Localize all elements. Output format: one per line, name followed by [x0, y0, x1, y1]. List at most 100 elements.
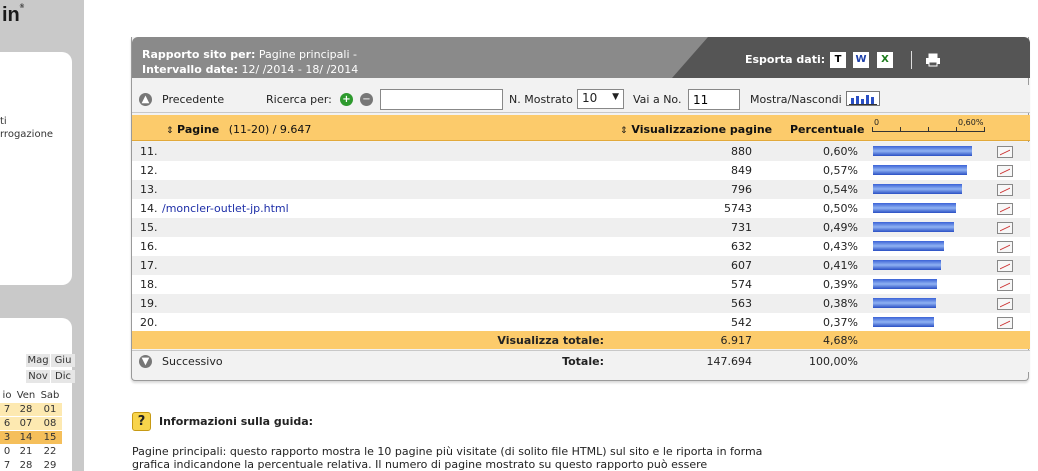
row-number: 15. [140, 221, 158, 234]
trend-chart-icon[interactable] [997, 146, 1013, 158]
trend-chart-icon[interactable] [997, 165, 1013, 177]
previous-arrow-icon[interactable]: ▲ [139, 93, 152, 106]
export-excel-button[interactable]: X [877, 52, 893, 68]
calendar-month[interactable]: Nov [26, 370, 50, 383]
row-number: 14. [140, 202, 158, 215]
next-arrow-icon[interactable]: ▼ [139, 355, 152, 368]
grand-total-views: 147.694 [706, 355, 753, 368]
export-text-button[interactable]: T [830, 52, 846, 68]
page-percent: 0,50% [823, 202, 858, 215]
calendar-day[interactable]: 01 [38, 403, 62, 416]
next-button[interactable]: Successivo [162, 355, 223, 368]
table-row: 14. /moncler-outlet-jp.html 5743 0,50% [132, 199, 1030, 218]
calendar-day[interactable]: 28 [14, 459, 38, 471]
calendar-day[interactable]: 14 [14, 431, 38, 444]
trend-chart-icon[interactable] [997, 279, 1013, 291]
calendar-day[interactable]: 6 [0, 417, 14, 430]
page-percent: 0,37% [823, 316, 858, 329]
page-link[interactable]: /moncler-outlet-jp.html [162, 202, 289, 215]
calendar-day[interactable]: 07 [14, 417, 38, 430]
page-views: 5743 [724, 202, 752, 215]
calendar-month[interactable]: Giu [51, 354, 75, 367]
trend-chart-icon[interactable] [997, 241, 1013, 253]
calendar-day[interactable]: 7 [0, 459, 14, 471]
percent-bar [873, 222, 954, 232]
trend-chart-icon[interactable] [997, 298, 1013, 310]
percent-bar [873, 317, 934, 327]
calendar-month[interactable]: Mag [26, 354, 50, 367]
row-number: 19. [140, 297, 158, 310]
percent-bar [873, 241, 944, 251]
trend-chart-icon[interactable] [997, 184, 1013, 196]
calendar-weekday: io [2, 390, 12, 401]
percent-bar [873, 279, 937, 289]
page-views: 563 [731, 297, 752, 310]
table-row: 20. 542 0,37% [132, 313, 1030, 332]
calendar-day[interactable]: 29 [38, 459, 62, 471]
views-column-header[interactable]: ⇕ Visualizzazione pagine [620, 123, 772, 136]
sidebar-menu-item[interactable]: ti [0, 116, 7, 127]
calendar-day[interactable]: 0 [0, 445, 14, 458]
calendar-day[interactable]: 15 [38, 431, 62, 444]
visible-total-views: 6.917 [720, 334, 753, 347]
report-toolbar: ▲ Precedente Ricerca per: + − N. Mostrat… [132, 85, 1030, 113]
calendar-day[interactable]: 7 [0, 403, 14, 416]
page-views: 607 [731, 259, 752, 272]
calendar-day[interactable]: 21 [14, 445, 38, 458]
row-number: 12. [140, 164, 158, 177]
search-input[interactable] [380, 89, 503, 110]
page-percent: 0,54% [823, 183, 858, 196]
calendar-month[interactable]: Dic [51, 370, 75, 383]
bar-chart-toggle-icon[interactable] [846, 91, 880, 106]
row-number: 11. [140, 145, 158, 158]
trend-chart-icon[interactable] [997, 203, 1013, 215]
shown-count-label: N. Mostrato [509, 93, 573, 106]
table-row: 16. 632 0,43% [132, 237, 1030, 256]
grand-total-row: ▼ Successivo Totale: 147.694 100,00% [132, 350, 1030, 372]
scale-max-label: 0,60% [958, 118, 984, 127]
calendar-day[interactable]: 08 [38, 417, 62, 430]
goto-label: Vai a No. [633, 93, 682, 106]
trend-chart-icon[interactable] [997, 260, 1013, 272]
percent-bar [873, 260, 941, 270]
add-filter-icon[interactable]: + [340, 93, 353, 106]
help-text: Pagine principali: questo rapporto mostr… [132, 445, 763, 471]
chevron-down-icon: ▼ [612, 92, 619, 102]
page-views: 731 [731, 221, 752, 234]
print-icon[interactable] [925, 53, 941, 67]
page-percent: 0,60% [823, 145, 858, 158]
search-label: Ricerca per: [266, 93, 332, 106]
left-sidebar: in® ti rrogazione Mag Giu Nov Dic io Ven Sab… [0, 0, 84, 471]
sidebar-menu-item[interactable]: rrogazione [0, 129, 53, 140]
trend-chart-icon[interactable] [997, 222, 1013, 234]
page-views: 880 [731, 145, 752, 158]
goto-input[interactable] [688, 89, 740, 110]
scale-min-label: 0 [874, 118, 880, 127]
calendar-day[interactable]: 3 [0, 431, 14, 444]
visible-total-percent: 4,68% [823, 334, 858, 347]
shown-count-select[interactable]: 10 ▼ [577, 89, 624, 109]
sort-icon: ⇕ [620, 126, 628, 136]
help-question-icon: ? [132, 412, 151, 431]
calendar-day[interactable]: 22 [38, 445, 62, 458]
percent-bar [873, 184, 962, 194]
remove-filter-icon[interactable]: − [360, 93, 373, 106]
logo-strip: in® [0, 0, 84, 36]
calendar-day[interactable]: 28 [14, 403, 38, 416]
export-word-button[interactable]: W [853, 52, 869, 68]
page-percent: 0,39% [823, 278, 858, 291]
toggle-chart-label: Mostra/Nascondi [750, 93, 842, 106]
pages-column-header[interactable]: ⇕ Pagine (11-20) / 9.647 [166, 123, 311, 136]
row-number: 17. [140, 259, 158, 272]
pages-table: 11. 880 0,60% 12. 849 0,57% 13. 796 0,54% 14. /mon… [132, 142, 1030, 332]
calendar-week-row: 0 21 22 [0, 445, 62, 459]
sidebar-menu-panel: ti rrogazione [0, 52, 72, 285]
page-percent: 0,41% [823, 259, 858, 272]
calendar-weekday: Sab [40, 390, 60, 401]
visible-total-label: Visualizza totale: [497, 334, 604, 347]
percent-bar [873, 203, 956, 213]
table-row: 11. 880 0,60% [132, 142, 1030, 161]
trend-chart-icon[interactable] [997, 317, 1013, 329]
calendar-week-row: 6 07 08 [0, 417, 62, 431]
previous-button[interactable]: Precedente [162, 93, 224, 106]
